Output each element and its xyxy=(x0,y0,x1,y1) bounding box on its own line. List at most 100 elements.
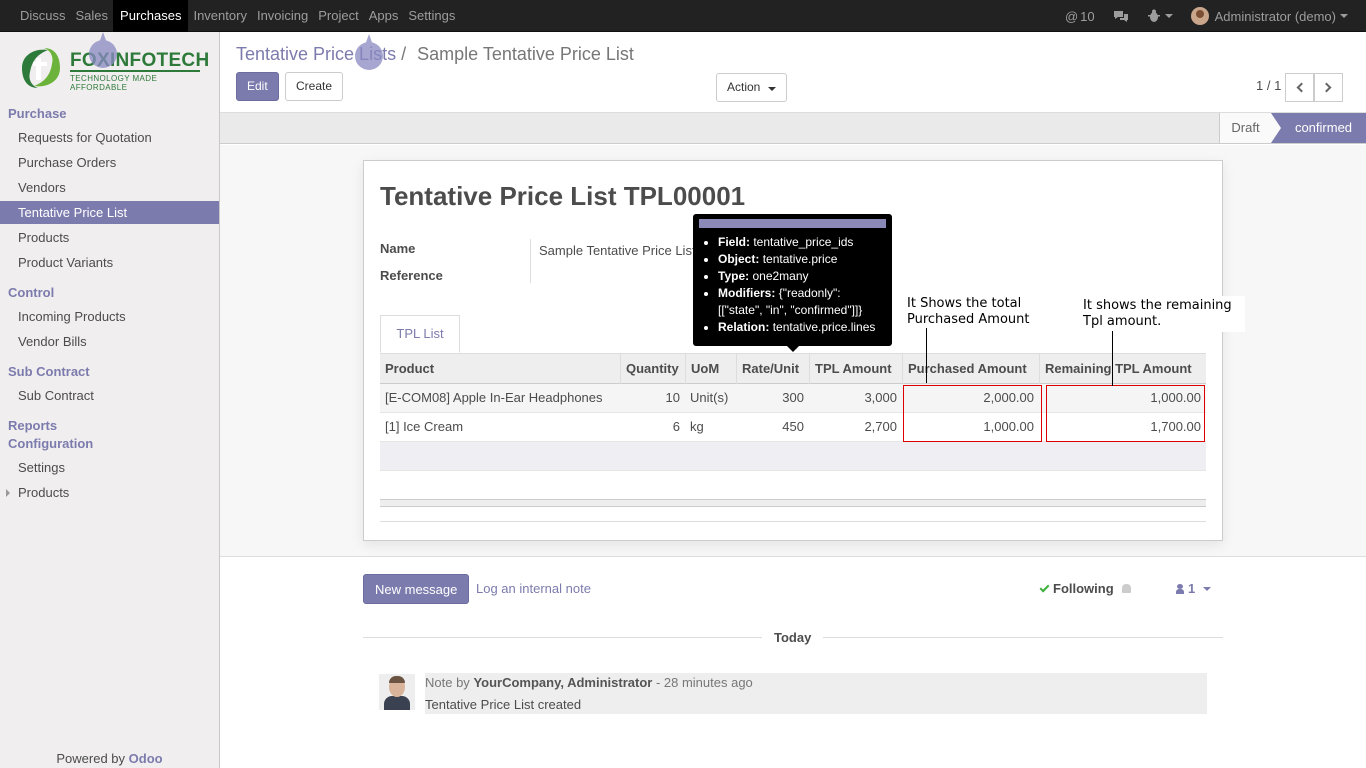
powered-by-text: Powered by xyxy=(56,751,126,766)
pager-previous-button[interactable] xyxy=(1285,73,1314,102)
foxinfotech-logo-icon xyxy=(22,48,60,88)
cell-quantity: 10 xyxy=(665,390,680,405)
drop-marker-icon xyxy=(355,42,383,70)
menu-section-sub-contract[interactable]: Sub Contract xyxy=(8,364,90,379)
drop-marker-icon xyxy=(89,40,117,68)
remaining-annotation-line xyxy=(1112,331,1113,386)
pager-next-button[interactable] xyxy=(1314,73,1343,102)
cell-tpl-amount: 3,000 xyxy=(864,390,897,405)
nav-sales[interactable]: Sales xyxy=(71,0,114,32)
sidebar: FOXINFOTECH TECHNOLOGY MADE AFFORDABLE P… xyxy=(0,32,220,768)
odoo-link[interactable]: Odoo xyxy=(129,751,163,766)
control-panel: Tentative Price Lists / Sample Tentative… xyxy=(220,32,1366,113)
col-remaining-tpl-amount[interactable]: Remaining TPL Amount xyxy=(1039,354,1206,384)
tooltip-object: Object: tentative.price xyxy=(718,251,888,268)
following-label: Following xyxy=(1053,581,1114,596)
create-button[interactable]: Create xyxy=(285,72,344,101)
breadcrumb-separator: / xyxy=(401,44,407,64)
debug-button[interactable] xyxy=(1147,9,1173,23)
bell-icon[interactable] xyxy=(1121,584,1131,593)
nav-apps[interactable]: Apps xyxy=(364,0,404,32)
menu-item-tentative-price-list[interactable]: Tentative Price List xyxy=(0,201,219,224)
expand-triangle-icon xyxy=(6,489,10,497)
action-dropdown[interactable]: Action xyxy=(716,73,787,102)
message-author-avatar[interactable] xyxy=(379,674,415,710)
pager-value[interactable]: 1 / 1 xyxy=(1256,78,1281,93)
nav-inventory[interactable]: Inventory xyxy=(188,0,251,32)
user-avatar xyxy=(1190,7,1209,25)
breadcrumb: Tentative Price Lists / Sample Tentative… xyxy=(236,44,634,65)
message-author[interactable]: YourCompany, Administrator xyxy=(473,675,652,690)
breadcrumb-current: Sample Tentative Price List xyxy=(417,44,634,64)
nav-project[interactable]: Project xyxy=(313,0,363,32)
tooltip-relation: Relation: tentative.price.lines xyxy=(718,319,888,336)
menu-item-vendors[interactable]: Vendors xyxy=(0,176,219,199)
tab-tpl-list[interactable]: TPL List xyxy=(380,315,460,353)
nav-purchases[interactable]: Purchases xyxy=(113,0,189,32)
menu-item-purchase-orders[interactable]: Purchase Orders xyxy=(0,151,219,174)
table-bottom-line xyxy=(380,521,1206,522)
menu-section-configuration[interactable]: Configuration xyxy=(8,436,93,451)
table-footer xyxy=(380,499,1206,507)
new-message-button[interactable]: New message xyxy=(363,574,470,604)
message-body: Tentative Price List created xyxy=(425,697,582,712)
systray: @ 10 Administrator (demo) xyxy=(1047,0,1348,32)
menu-item-sub-contract[interactable]: Sub Contract xyxy=(0,384,219,407)
remaining-highlight-box xyxy=(1046,385,1205,442)
purchased-annotation: It Shows the total Purchased Amount xyxy=(903,294,1043,330)
tooltip-header-bar xyxy=(699,219,886,228)
nav-discuss[interactable]: Discuss xyxy=(15,0,71,32)
col-purchased-amount[interactable]: Purchased Amount xyxy=(902,354,1039,384)
menu-item-config-products[interactable]: Products xyxy=(0,481,219,504)
stage-confirmed[interactable]: confirmed xyxy=(1271,113,1366,143)
cell-product: [E-COM08] Apple In-Ear Headphones xyxy=(385,390,603,405)
col-rate-unit[interactable]: Rate/Unit xyxy=(736,354,809,384)
chevron-right-icon xyxy=(1321,82,1332,93)
date-separator-label: Today xyxy=(762,630,824,645)
col-uom[interactable]: UoM xyxy=(685,354,736,384)
message-item: Note by YourCompany, Administrator - 28 … xyxy=(425,673,1207,714)
caret-down-icon xyxy=(1203,586,1212,591)
user-name: Administrator (demo) xyxy=(1214,8,1336,24)
nav-settings[interactable]: Settings xyxy=(403,0,460,32)
name-value: Sample Tentative Price List xyxy=(539,243,696,258)
log-note-link[interactable]: Log an internal note xyxy=(476,581,591,596)
menu-section-control[interactable]: Control xyxy=(8,285,54,300)
menu-item-products[interactable]: Products xyxy=(0,226,219,249)
remaining-annotation: It shows the remaining Tpl amount. xyxy=(1079,296,1245,332)
menu-item-requests-for-quotation[interactable]: Requests for Quotation xyxy=(0,126,219,149)
caret-down-icon xyxy=(1340,14,1348,18)
menu-item-product-variants[interactable]: Product Variants xyxy=(0,251,219,274)
chat-button[interactable] xyxy=(1113,9,1129,23)
record-title: Tentative Price List TPL00001 xyxy=(380,181,746,211)
powered-by: Powered by Odoo xyxy=(0,751,219,766)
at-icon: @ xyxy=(1064,8,1079,24)
app-nav: Discuss Sales Purchases Inventory Invoic… xyxy=(15,0,460,32)
user-menu[interactable]: Administrator (demo) xyxy=(1190,7,1348,25)
reference-label: Reference xyxy=(380,268,443,283)
col-quantity[interactable]: Quantity xyxy=(620,354,685,384)
cell-product: [1] Ice Cream xyxy=(385,419,464,434)
menu-section-purchase[interactable]: Purchase xyxy=(8,106,67,121)
tooltip-field: Field: tentative_price_ids xyxy=(718,234,888,251)
col-product[interactable]: Product xyxy=(380,354,620,384)
col-tpl-amount[interactable]: TPL Amount xyxy=(809,354,902,384)
menu-section-reports[interactable]: Reports xyxy=(8,418,57,433)
field-separator xyxy=(530,239,531,283)
menu-item-vendor-bills[interactable]: Vendor Bills xyxy=(0,330,219,353)
name-label: Name xyxy=(380,241,416,256)
status-bar: Draft confirmed xyxy=(220,113,1366,144)
menu-item-settings[interactable]: Settings xyxy=(0,456,219,479)
followers-count: 1 xyxy=(1188,581,1196,596)
followers-dropdown[interactable]: 1 xyxy=(1176,581,1212,596)
chevron-left-icon xyxy=(1296,82,1307,93)
stage-draft[interactable]: Draft xyxy=(1219,113,1271,143)
edit-button[interactable]: Edit xyxy=(236,72,279,101)
top-menu-bar: Discuss Sales Purchases Inventory Invoic… xyxy=(0,0,1366,32)
mentions-button[interactable]: @ 10 xyxy=(1065,9,1095,24)
following-button[interactable]: Following xyxy=(1039,581,1131,596)
message-time: - 28 minutes ago xyxy=(655,675,753,690)
nav-invoicing[interactable]: Invoicing xyxy=(252,0,313,32)
tooltip-modifiers: Modifiers: {"readonly": [["state", "in",… xyxy=(718,285,888,319)
menu-item-incoming-products[interactable]: Incoming Products xyxy=(0,305,219,328)
